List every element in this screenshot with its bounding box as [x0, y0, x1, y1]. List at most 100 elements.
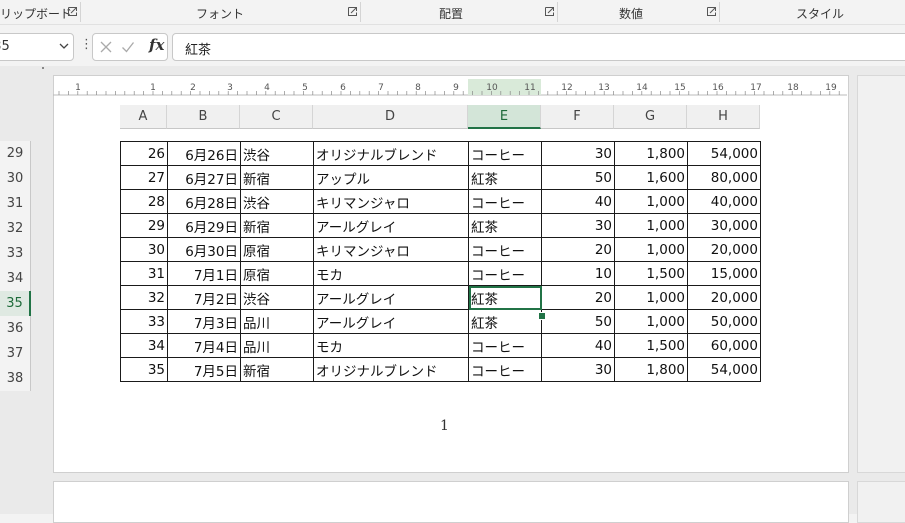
- cell-c33[interactable]: 原宿: [240, 237, 314, 262]
- cell-c29[interactable]: 渋谷: [240, 141, 314, 166]
- cell-f32[interactable]: 30: [541, 213, 615, 238]
- cell-g37[interactable]: 1,500: [614, 333, 688, 358]
- column-header-g[interactable]: G: [614, 105, 687, 129]
- cell-b36[interactable]: 7月3日: [167, 309, 241, 334]
- cell-e38[interactable]: コーヒー: [468, 357, 542, 382]
- cell-f38[interactable]: 30: [541, 357, 615, 382]
- row-header-30[interactable]: 30: [0, 166, 31, 191]
- cell-g31[interactable]: 1,000: [614, 189, 688, 214]
- cell-d33[interactable]: キリマンジャロ: [313, 237, 469, 262]
- cell-h32[interactable]: 30,000: [687, 213, 761, 238]
- column-header-e[interactable]: E: [468, 105, 541, 129]
- cell-h29[interactable]: 54,000: [687, 141, 761, 166]
- cell-a31[interactable]: 28: [120, 189, 168, 214]
- row-header-35[interactable]: 35: [0, 291, 31, 316]
- cell-a33[interactable]: 30: [120, 237, 168, 262]
- cell-f31[interactable]: 40: [541, 189, 615, 214]
- name-box[interactable]: E35: [0, 33, 74, 61]
- cell-b34[interactable]: 7月1日: [167, 261, 241, 286]
- dialog-launcher-icon[interactable]: [707, 7, 716, 16]
- cell-a35[interactable]: 32: [120, 285, 168, 310]
- cell-a32[interactable]: 29: [120, 213, 168, 238]
- formula-input[interactable]: 紅茶: [172, 33, 905, 61]
- cell-g30[interactable]: 1,600: [614, 165, 688, 190]
- cell-a30[interactable]: 27: [120, 165, 168, 190]
- column-header-c[interactable]: C: [240, 105, 313, 129]
- cell-f33[interactable]: 20: [541, 237, 615, 262]
- cell-h33[interactable]: 20,000: [687, 237, 761, 262]
- cell-a37[interactable]: 34: [120, 333, 168, 358]
- cancel-icon[interactable]: [99, 40, 113, 54]
- cell-h36[interactable]: 50,000: [687, 309, 761, 334]
- cell-d37[interactable]: モカ: [313, 333, 469, 358]
- cell-g38[interactable]: 1,800: [614, 357, 688, 382]
- cell-g36[interactable]: 1,000: [614, 309, 688, 334]
- cell-b37[interactable]: 7月4日: [167, 333, 241, 358]
- dialog-launcher-icon[interactable]: [68, 7, 77, 16]
- cell-e31[interactable]: コーヒー: [468, 189, 542, 214]
- cell-a29[interactable]: 26: [120, 141, 168, 166]
- cell-f29[interactable]: 30: [541, 141, 615, 166]
- row-header-32[interactable]: 32: [0, 216, 31, 241]
- cell-h37[interactable]: 60,000: [687, 333, 761, 358]
- cell-f34[interactable]: 10: [541, 261, 615, 286]
- cell-h38[interactable]: 54,000: [687, 357, 761, 382]
- cell-d31[interactable]: キリマンジャロ: [313, 189, 469, 214]
- cell-d30[interactable]: アップル: [313, 165, 469, 190]
- cell-c35[interactable]: 渋谷: [240, 285, 314, 310]
- cell-f30[interactable]: 50: [541, 165, 615, 190]
- cell-c31[interactable]: 渋谷: [240, 189, 314, 214]
- cell-h35[interactable]: 20,000: [687, 285, 761, 310]
- cell-d32[interactable]: アールグレイ: [313, 213, 469, 238]
- cell-c34[interactable]: 原宿: [240, 261, 314, 286]
- cell-b31[interactable]: 6月28日: [167, 189, 241, 214]
- row-header-36[interactable]: 36: [0, 316, 31, 341]
- insert-function-button[interactable]: fx: [149, 36, 164, 54]
- fill-handle[interactable]: [538, 312, 546, 320]
- cell-f37[interactable]: 40: [541, 333, 615, 358]
- row-header-31[interactable]: 31: [0, 191, 31, 216]
- row-header-34[interactable]: 34: [0, 266, 31, 291]
- cell-h31[interactable]: 40,000: [687, 189, 761, 214]
- cell-e30[interactable]: 紅茶: [468, 165, 542, 190]
- cell-g35[interactable]: 1,000: [614, 285, 688, 310]
- dialog-launcher-icon[interactable]: [348, 7, 357, 16]
- row-header-37[interactable]: 37: [0, 341, 31, 366]
- cell-d29[interactable]: オリジナルブレンド: [313, 141, 469, 166]
- cell-e32[interactable]: 紅茶: [468, 213, 542, 238]
- cell-a38[interactable]: 35: [120, 357, 168, 382]
- cell-b38[interactable]: 7月5日: [167, 357, 241, 382]
- row-header-33[interactable]: 33: [0, 241, 31, 266]
- cell-c32[interactable]: 新宿: [240, 213, 314, 238]
- cell-d35[interactable]: アールグレイ: [313, 285, 469, 310]
- cell-g32[interactable]: 1,000: [614, 213, 688, 238]
- cell-e37[interactable]: コーヒー: [468, 333, 542, 358]
- cell-d38[interactable]: オリジナルブレンド: [313, 357, 469, 382]
- row-header-38[interactable]: 38: [0, 366, 31, 391]
- cell-h34[interactable]: 15,000: [687, 261, 761, 286]
- cell-f35[interactable]: 20: [541, 285, 615, 310]
- cell-b35[interactable]: 7月2日: [167, 285, 241, 310]
- row-header-29[interactable]: 29: [0, 141, 31, 166]
- cell-e29[interactable]: コーヒー: [468, 141, 542, 166]
- cell-g34[interactable]: 1,500: [614, 261, 688, 286]
- cell-g29[interactable]: 1,800: [614, 141, 688, 166]
- cell-e36[interactable]: 紅茶: [468, 309, 542, 334]
- cell-e33[interactable]: コーヒー: [468, 237, 542, 262]
- column-header-f[interactable]: F: [541, 105, 614, 129]
- column-header-a[interactable]: A: [120, 105, 167, 129]
- cell-d34[interactable]: モカ: [313, 261, 469, 286]
- cell-e35[interactable]: 紅茶: [468, 285, 542, 310]
- cell-b30[interactable]: 6月27日: [167, 165, 241, 190]
- cell-c30[interactable]: 新宿: [240, 165, 314, 190]
- cell-a34[interactable]: 31: [120, 261, 168, 286]
- cell-h30[interactable]: 80,000: [687, 165, 761, 190]
- cell-f36[interactable]: 50: [541, 309, 615, 334]
- cell-b29[interactable]: 6月26日: [167, 141, 241, 166]
- cell-c37[interactable]: 品川: [240, 333, 314, 358]
- cell-e34[interactable]: コーヒー: [468, 261, 542, 286]
- cell-c36[interactable]: 品川: [240, 309, 314, 334]
- column-header-h[interactable]: H: [687, 105, 760, 129]
- cell-g33[interactable]: 1,000: [614, 237, 688, 262]
- cell-d36[interactable]: アールグレイ: [313, 309, 469, 334]
